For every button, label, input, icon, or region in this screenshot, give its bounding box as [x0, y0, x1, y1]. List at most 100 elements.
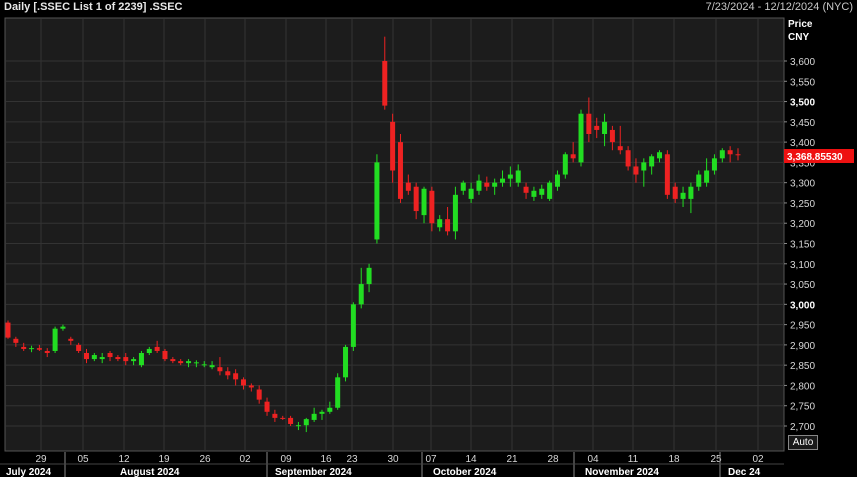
candle-body: [311, 413, 317, 420]
candle-body: [547, 182, 553, 199]
y-tick-label: 2,700: [790, 422, 815, 433]
x-tick-label: 02: [239, 454, 251, 465]
x-tick-label: 05: [77, 454, 89, 465]
candle-body: [617, 146, 623, 151]
candle-body: [123, 357, 129, 362]
candle-body: [76, 344, 82, 351]
candle-body: [343, 346, 349, 378]
y-tick-label: 3,050: [790, 280, 815, 291]
candle-body: [649, 156, 655, 167]
candle-body: [413, 186, 419, 212]
candle-body: [131, 359, 137, 362]
candle-body: [507, 174, 513, 179]
x-tick-label: 02: [752, 454, 764, 465]
candle-body: [44, 350, 50, 353]
candle-body: [366, 267, 372, 285]
auto-scale-button[interactable]: Auto: [788, 435, 818, 450]
candle-body: [60, 326, 66, 329]
candle-body: [664, 154, 670, 195]
y-tick-label: 3,200: [790, 219, 815, 230]
candle-body: [484, 182, 490, 187]
x-tick-label: 07: [425, 454, 437, 465]
candle-body: [13, 338, 19, 343]
candle-body: [83, 353, 89, 360]
candle-body: [374, 162, 380, 240]
candle-body: [570, 154, 576, 159]
y-tick-label: 3,400: [790, 138, 815, 149]
candlestick-chart[interactable]: 3,6003,5503,5003,4503,4003,3503,3003,250…: [0, 0, 857, 477]
candle-body: [217, 367, 223, 372]
x-tick-label: 19: [158, 454, 170, 465]
candle-body: [138, 353, 144, 366]
candle-body: [719, 150, 725, 159]
candle-body: [452, 194, 458, 232]
candle-body: [633, 166, 639, 175]
candle-body: [280, 417, 286, 419]
candle-body: [240, 379, 246, 386]
candle-body: [201, 364, 207, 366]
x-tick-label: 14: [465, 454, 477, 465]
y-tick-label: 3,600: [790, 57, 815, 68]
x-tick-label: 21: [506, 454, 518, 465]
y-tick-label: 2,900: [790, 341, 815, 352]
x-tick-label: 09: [280, 454, 292, 465]
y-tick-label: 3,150: [790, 240, 815, 251]
y-tick-label: 3,300: [790, 179, 815, 190]
y-tick-label: 3,550: [790, 77, 815, 88]
month-label: October 2024: [433, 467, 497, 477]
plot-area: [4, 17, 785, 452]
x-tick-label: 26: [199, 454, 211, 465]
x-tick-label: 30: [387, 454, 399, 465]
candle-body: [358, 284, 364, 305]
candle-body: [468, 188, 474, 199]
price-label: Price: [788, 19, 813, 30]
y-tick-label: 2,800: [790, 381, 815, 392]
candle-body: [146, 348, 152, 353]
candle-body: [115, 357, 121, 360]
candle-body: [390, 121, 396, 171]
candle-body: [52, 328, 58, 351]
candle-body: [303, 419, 309, 426]
x-tick-label: 29: [35, 454, 47, 465]
candle-body: [91, 355, 97, 360]
candle-body: [680, 192, 686, 199]
candle-body: [5, 322, 11, 338]
month-label: July 2024: [6, 467, 51, 477]
x-tick-label: 28: [547, 454, 559, 465]
candle-body: [625, 150, 631, 167]
candle-body: [382, 61, 388, 106]
y-tick-label: 3,450: [790, 118, 815, 129]
candle-body: [696, 174, 702, 187]
y-axis: 3,6003,5503,5003,4503,4003,3503,3003,250…: [784, 57, 815, 433]
x-tick-label: 04: [587, 454, 599, 465]
y-tick-label: 3,000: [790, 300, 815, 311]
candle-body: [107, 353, 113, 358]
candle-body: [523, 186, 529, 193]
month-label: August 2024: [120, 467, 180, 477]
candle-body: [162, 350, 168, 360]
x-tick-label: 16: [320, 454, 332, 465]
candle-body: [264, 401, 270, 412]
candle-body: [319, 411, 325, 414]
candle-body: [554, 174, 560, 187]
candle-body: [594, 125, 600, 130]
candle-body: [657, 152, 663, 159]
candle-body: [397, 142, 403, 199]
candle-body: [437, 219, 443, 228]
last-price-label: 3,368.85530: [787, 152, 843, 163]
month-label: September 2024: [275, 467, 352, 477]
candle-body: [492, 182, 498, 187]
candle-body: [586, 113, 592, 134]
candle-body: [186, 361, 192, 364]
x-axis: 29 05 12 19 26 02 09 16 23 30 07 14 21 28 04 11 18 25 02Ju…: [0, 452, 784, 477]
x-tick-label: 23: [346, 454, 358, 465]
candle-body: [672, 186, 678, 199]
candle-body: [641, 162, 647, 171]
y-tick-label: 2,750: [790, 402, 815, 413]
candle-body: [688, 186, 694, 199]
candle-body: [68, 338, 74, 341]
candle-body: [225, 371, 231, 376]
candle-body: [170, 359, 176, 362]
candle-body: [36, 348, 42, 350]
candle-body: [335, 377, 341, 408]
